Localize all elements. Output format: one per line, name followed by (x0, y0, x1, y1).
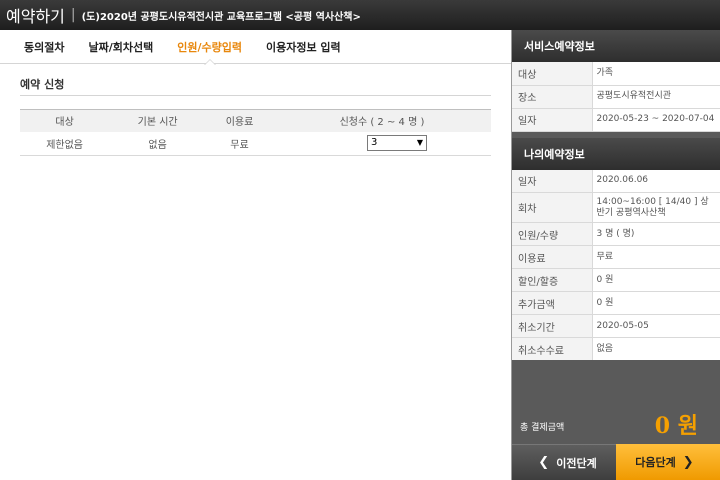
info-row: 장소 공평도시유적전시관 (512, 85, 720, 109)
reservation-section: 예약 신청 대상 기본 시간 이용료 신청수 ( 2 ~ 4 명 ) 제한없음 … (0, 64, 511, 156)
info-label: 일자 (512, 108, 593, 132)
info-value: 공평도시유적전시관 (592, 85, 720, 109)
prev-step-button[interactable]: ❮ 이전단계 (512, 444, 616, 480)
info-row: 할인/할증 0 원 (512, 268, 720, 292)
base-time-cell: 없음 (109, 131, 207, 156)
info-value: 가족 (592, 62, 720, 86)
reservation-table: 대상 기본 시간 이용료 신청수 ( 2 ~ 4 명 ) 제한없음 없음 무료 … (20, 109, 491, 156)
my-info-table: 일자 2020.06.06 회차 14:00~16:00 [ 14/40 ] 상… (512, 169, 720, 361)
quantity-select-value: 3 (370, 137, 378, 149)
info-value: 14:00~16:00 [ 14/40 ] 상반기 공평역사산책 (592, 192, 720, 223)
caret-down-icon: ▼ (416, 138, 423, 148)
step-tabs: 동의절차 날짜/회차선택 인원/수량입력 이용자정보 입력 (0, 30, 511, 65)
info-value: 3 명 ( 명) (592, 222, 720, 246)
info-row: 추가금액 0 원 (512, 291, 720, 315)
next-step-label: 다음단계 (635, 456, 676, 469)
column-header: 이용료 (206, 109, 273, 132)
info-label: 장소 (512, 85, 593, 109)
tab-agreement[interactable]: 동의절차 (0, 30, 76, 64)
tab-date-session[interactable]: 날짜/회차선택 (76, 30, 165, 64)
info-row: 이용료 무료 (512, 245, 720, 269)
info-label: 취소기간 (512, 314, 593, 338)
info-row: 인원/수량 3 명 ( 명) (512, 222, 720, 246)
target-cell: 제한없음 (20, 131, 110, 156)
title-separator: | (70, 7, 76, 23)
info-value: 무료 (592, 245, 720, 269)
section-title: 예약 신청 (20, 74, 491, 96)
total-label: 총 결제금액 (520, 423, 565, 433)
info-label: 인원/수량 (512, 222, 593, 246)
info-value: 2020-05-05 (592, 314, 720, 338)
step-buttons: ❮ 이전단계 다음단계 ❯ (512, 444, 720, 480)
chevron-left-icon: ❮ (538, 455, 550, 470)
top-header-bar: 예약하기 | (도)2020년 공평도시유적전시관 교육프로그램 <공평 역사산… (0, 0, 720, 30)
table-row: 제한없음 없음 무료 3 ▼ (20, 131, 491, 156)
quantity-select[interactable]: 3 ▼ (366, 135, 427, 152)
chevron-right-icon: ❯ (682, 454, 694, 470)
total-amount: 0 원 (654, 413, 698, 439)
info-value: 없음 (592, 337, 720, 361)
column-header: 신청수 ( 2 ~ 4 명 ) (272, 109, 491, 132)
info-value: 0 원 (592, 291, 720, 315)
info-label: 회차 (512, 192, 593, 223)
info-label: 대상 (512, 62, 593, 86)
info-value: 2020.06.06 (592, 169, 720, 193)
info-label: 추가금액 (512, 291, 593, 315)
total-payment: 총 결제금액 0 원 (512, 360, 720, 444)
quantity-cell: 3 ▼ (272, 131, 491, 156)
column-header: 대상 (20, 109, 110, 132)
main-content: 동의절차 날짜/회차선택 인원/수량입력 이용자정보 입력 예약 신청 대상 기… (0, 30, 511, 480)
info-row: 일자 2020.06.06 (512, 169, 720, 193)
fee-cell: 무료 (206, 131, 273, 156)
info-row: 회차 14:00~16:00 [ 14/40 ] 상반기 공평역사산책 (512, 192, 720, 223)
info-value: 2020-05-23 ~ 2020-07-04 (592, 108, 720, 132)
tab-user-info[interactable]: 이용자정보 입력 (254, 30, 353, 64)
prev-step-label: 이전단계 (556, 456, 597, 470)
info-label: 일자 (512, 169, 593, 193)
info-label: 할인/할증 (512, 268, 593, 292)
my-info-title: 나의예약정보 (512, 137, 720, 170)
info-row: 취소수수료 없음 (512, 337, 720, 361)
info-label: 이용료 (512, 245, 593, 269)
column-header: 기본 시간 (109, 109, 207, 132)
info-value: 0 원 (592, 268, 720, 292)
info-row: 취소기간 2020-05-05 (512, 314, 720, 338)
service-info-table: 대상 가족 장소 공평도시유적전시관 일자 2020-05-23 ~ 2020-… (512, 62, 720, 132)
info-row: 일자 2020-05-23 ~ 2020-07-04 (512, 108, 720, 132)
info-row: 대상 가족 (512, 62, 720, 86)
tab-quantity[interactable]: 인원/수량입력 (165, 30, 254, 65)
page-title: 예약하기 (6, 7, 65, 26)
table-header-row: 대상 기본 시간 이용료 신청수 ( 2 ~ 4 명 ) (20, 109, 491, 132)
next-step-button[interactable]: 다음단계 ❯ (616, 444, 720, 480)
program-title: (도)2020년 공평도시유적전시관 교육프로그램 <공평 역사산책> (81, 11, 361, 23)
service-info-title: 서비스예약정보 (512, 30, 720, 62)
info-label: 취소수수료 (512, 337, 593, 361)
